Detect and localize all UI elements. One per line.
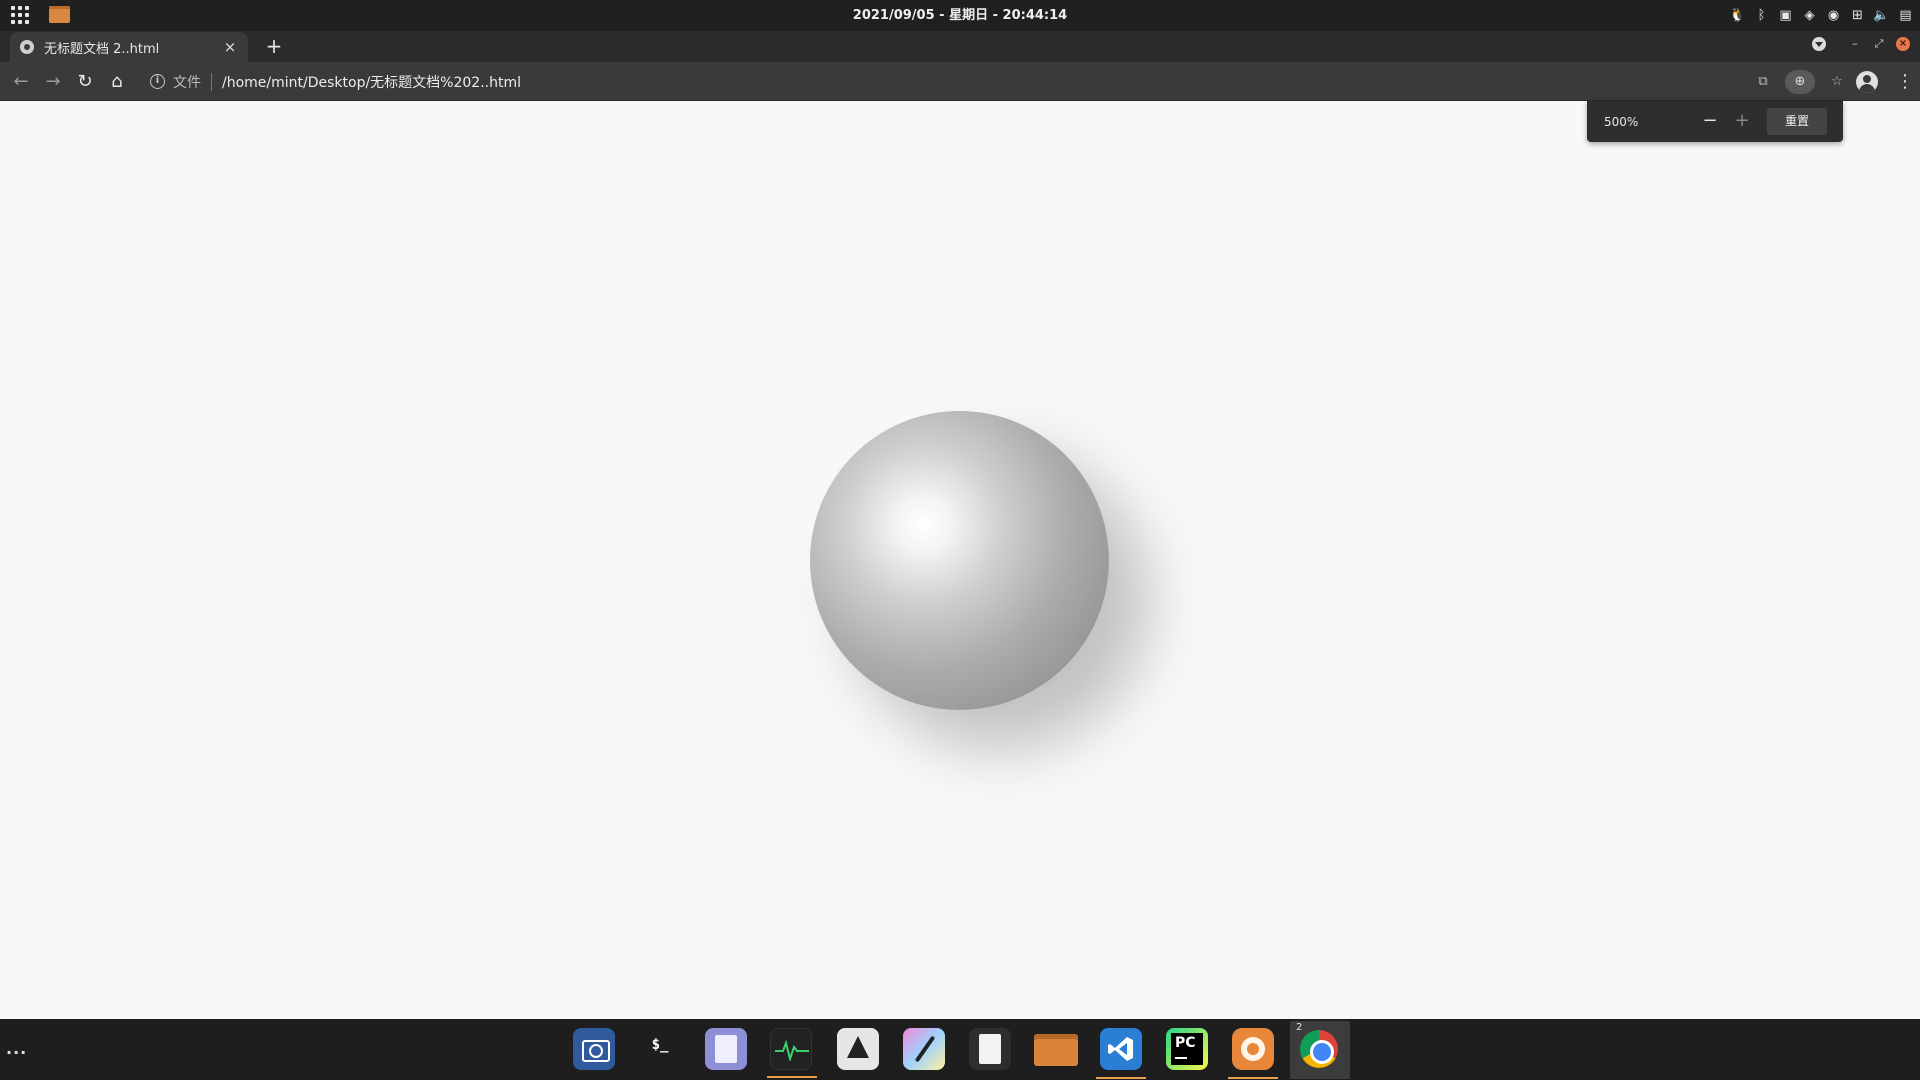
inkscape-icon[interactable]	[837, 1028, 879, 1070]
browser-toolbar: ← → ↻ ⌂ i 文件 /home/mint/Desktop/无标题文档%20…	[0, 62, 1920, 101]
minimize-icon[interactable]: –	[1848, 37, 1862, 51]
file-icon[interactable]	[969, 1028, 1011, 1070]
chrome-icon[interactable]	[1298, 1028, 1340, 1070]
maximize-icon[interactable]: ⤢	[1872, 37, 1886, 51]
zoom-popup: 500% − + 重置	[1587, 101, 1843, 142]
tab-search-icon[interactable]	[1812, 37, 1826, 51]
clipboard-icon[interactable]: ▣	[1777, 7, 1794, 24]
url-text[interactable]: /home/mint/Desktop/无标题文档%202..html	[222, 72, 521, 92]
tux-icon[interactable]: 🐧	[1729, 7, 1746, 24]
running-indicator	[767, 1076, 817, 1078]
tab-title: 无标题文档 2..html	[44, 41, 160, 57]
system-clock[interactable]: 2021/09/05 - 星期日 - 20:44:14	[0, 0, 1920, 31]
profile-avatar-icon[interactable]	[1856, 71, 1878, 93]
terminal-icon[interactable]: $_	[639, 1028, 681, 1070]
divider	[211, 72, 212, 91]
zoom-level: 500%	[1604, 114, 1639, 129]
tab-strip: 无标题文档 2..html × + – ⤢ ×	[0, 31, 1920, 62]
omnibox-actions: ⧉ ⊕ ☆	[1753, 67, 1855, 96]
window-controls: – ⤢ ×	[1812, 37, 1910, 51]
shield-icon[interactable]: ◈	[1801, 7, 1818, 24]
firefox-icon[interactable]	[1228, 1028, 1278, 1079]
folder-icon[interactable]	[1034, 1028, 1078, 1070]
volume-icon[interactable]: 🔈	[1873, 7, 1890, 24]
zoom-in-button[interactable]: +	[1731, 110, 1753, 132]
window-count-badge: 2	[1296, 1022, 1303, 1033]
vscode-icon[interactable]	[1096, 1028, 1146, 1079]
pycharm-icon[interactable]: PC	[1166, 1028, 1208, 1070]
zoom-reset-button[interactable]: 重置	[1767, 108, 1827, 135]
battery-icon[interactable]: ▤	[1897, 7, 1914, 24]
close-tab-icon[interactable]: ×	[222, 38, 238, 56]
vscode-logo-icon	[1108, 1037, 1133, 1061]
dock: ... $_ PC 2	[0, 1019, 1920, 1080]
paint-icon[interactable]	[903, 1028, 945, 1070]
info-icon[interactable]: i	[150, 74, 165, 89]
globe-icon	[20, 40, 34, 54]
file-scheme-label: 文件	[173, 74, 201, 91]
system-monitor-icon[interactable]	[767, 1028, 817, 1078]
shaded-sphere	[810, 411, 1109, 710]
pycharm-label: PC	[1175, 1035, 1196, 1051]
running-indicator	[1228, 1077, 1278, 1079]
zoom-icon[interactable]: ⊕	[1785, 69, 1815, 94]
dock-more-icon[interactable]: ...	[6, 1039, 27, 1058]
menu-kebab-icon[interactable]: ⋮	[1896, 70, 1914, 94]
address-bar[interactable]: i 文件 /home/mint/Desktop/无标题文档%202..html …	[140, 67, 1855, 96]
nvidia-icon[interactable]: ◉	[1825, 7, 1842, 24]
home-icon[interactable]: ⌂	[105, 70, 129, 94]
browser-tab[interactable]: 无标题文档 2..html ×	[10, 32, 248, 62]
text-editor-icon[interactable]	[705, 1028, 747, 1070]
system-top-bar: 2021/09/05 - 星期日 - 20:44:14 🐧 ᛒ ▣ ◈ ◉ ⊞ …	[0, 0, 1920, 31]
close-window-icon[interactable]: ×	[1896, 37, 1910, 51]
reload-icon[interactable]: ↻	[73, 70, 97, 94]
translate-icon[interactable]: ⧉	[1753, 72, 1773, 92]
camera-icon[interactable]	[573, 1028, 615, 1070]
zoom-out-button[interactable]: −	[1699, 110, 1721, 132]
network-icon[interactable]: ⊞	[1849, 7, 1866, 24]
pulse-line-icon	[775, 1039, 809, 1061]
back-arrow-icon[interactable]: ←	[9, 70, 33, 94]
system-tray: 🐧 ᛒ ▣ ◈ ◉ ⊞ 🔈 ▤	[1729, 5, 1914, 25]
page-viewport	[0, 101, 1920, 1019]
forward-arrow-icon[interactable]: →	[41, 70, 65, 94]
running-indicator	[1096, 1077, 1146, 1079]
new-tab-button[interactable]: +	[262, 34, 286, 58]
bluetooth-icon[interactable]: ᛒ	[1753, 7, 1770, 24]
star-icon[interactable]: ☆	[1827, 72, 1847, 92]
